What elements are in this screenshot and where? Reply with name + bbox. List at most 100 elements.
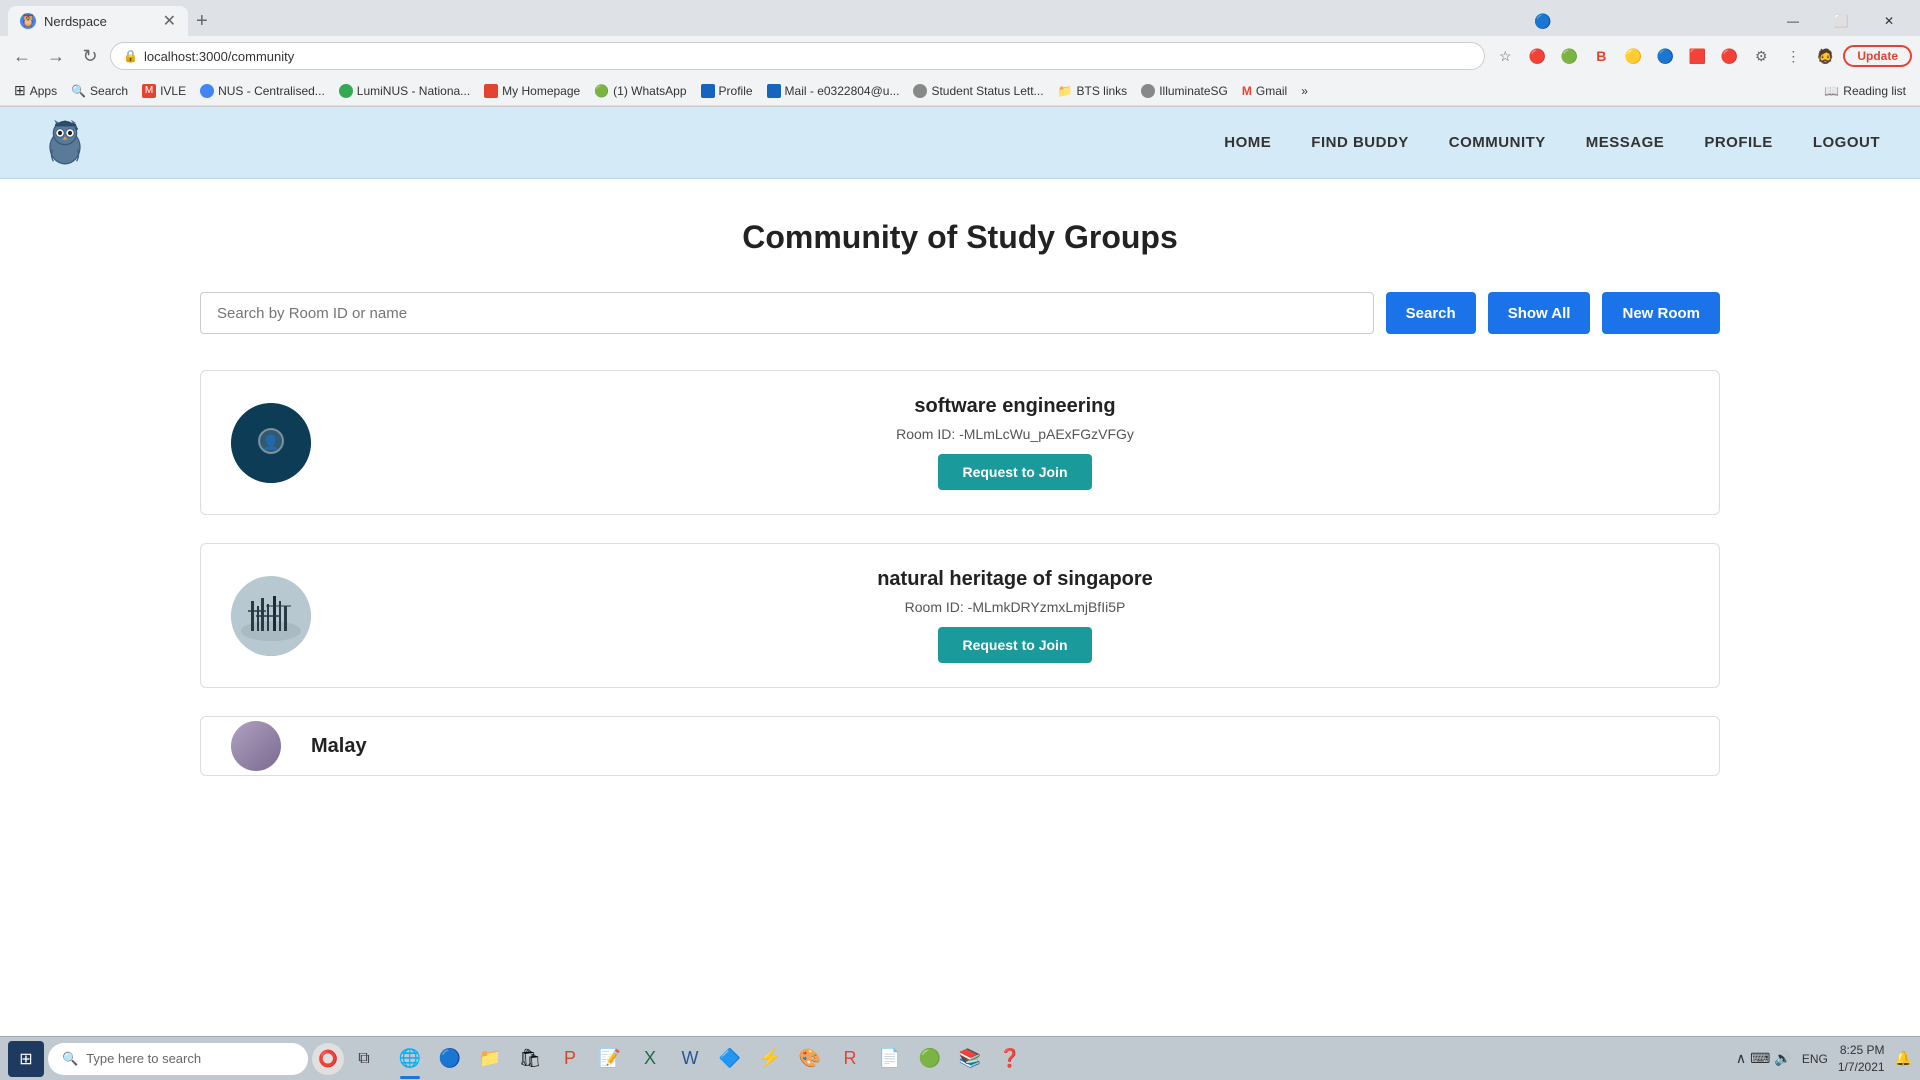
extension-icon-2[interactable]: B	[1587, 42, 1615, 70]
app-logo[interactable]	[40, 118, 90, 168]
taskbar-search-placeholder: Type here to search	[86, 1051, 201, 1066]
bookmark-apps[interactable]: ⊞ Apps	[8, 79, 63, 103]
refresh-button[interactable]: ↻	[76, 42, 104, 70]
room-info-1: software engineering Room ID: -MLmLcWu_p…	[341, 395, 1689, 490]
room-avatar-2	[231, 576, 311, 656]
taskbar-acrobat-icon[interactable]: 📄	[872, 1041, 908, 1077]
room-card-3: Malay	[200, 716, 1720, 776]
new-room-button[interactable]: New Room	[1602, 292, 1720, 334]
window-maximize-btn[interactable]: ⬜	[1818, 6, 1864, 36]
bookmark-ivle[interactable]: M IVLE	[136, 79, 192, 103]
cortana-button[interactable]: ⭕	[312, 1043, 344, 1075]
search-button[interactable]: Search	[1386, 292, 1476, 334]
room-info-2: natural heritage of singapore Room ID: -…	[341, 568, 1689, 663]
search-input[interactable]	[200, 292, 1374, 334]
taskbar-vs-icon[interactable]: ⚡	[752, 1041, 788, 1077]
taskbar-language[interactable]: ENG	[1802, 1052, 1828, 1066]
bookmark-more[interactable]: »	[1295, 79, 1314, 103]
taskbar-store-icon[interactable]: 🛍	[512, 1041, 548, 1077]
bookmark-luminus[interactable]: LumiNUS - Nationa...	[333, 79, 476, 103]
system-tray: ∧ ⌨ 🔊	[1736, 1050, 1792, 1067]
page-title: Community of Study Groups	[200, 219, 1720, 256]
forward-button[interactable]: →	[42, 42, 70, 70]
taskbar-rd-icon[interactable]: R	[832, 1041, 868, 1077]
room-avatar-icon-1: 👤	[231, 403, 311, 483]
page-content: Community of Study Groups Search Show Al…	[0, 179, 1920, 844]
taskbar-time: 8:25 PM	[1838, 1042, 1885, 1059]
bookmark-bts[interactable]: 📁 BTS links	[1052, 79, 1134, 103]
collection-icon[interactable]: 🔴	[1523, 42, 1551, 70]
browser-tab[interactable]: 🦉 Nerdspace ✕	[8, 6, 188, 36]
taskbar-notepad-icon[interactable]: 📝	[592, 1041, 628, 1077]
bookmark-homepage[interactable]: My Homepage	[478, 79, 586, 103]
room-card-1: 👤 software engineering Room ID: -MLmLcWu…	[200, 370, 1720, 515]
window-minimize-btn[interactable]: —	[1770, 6, 1816, 36]
lock-icon: 🔒	[123, 49, 138, 63]
tray-speaker-icon[interactable]: 🔊	[1774, 1050, 1791, 1067]
taskbar-explorer-icon[interactable]: 📁	[472, 1041, 508, 1077]
nav-community[interactable]: COMMUNITY	[1449, 134, 1546, 151]
extension-icon-6[interactable]: 🔴	[1715, 42, 1743, 70]
nav-profile[interactable]: PROFILE	[1704, 134, 1773, 151]
bookmark-whatsapp[interactable]: 🟢 (1) WhatsApp	[588, 79, 692, 103]
show-all-button[interactable]: Show All	[1488, 292, 1591, 334]
profile-icon[interactable]: 🧔	[1811, 42, 1839, 70]
taskbar-paint-icon[interactable]: 🎨	[792, 1041, 828, 1077]
update-button[interactable]: Update	[1843, 45, 1912, 67]
nav-find-buddy[interactable]: FIND BUDDY	[1311, 134, 1409, 151]
bookmark-mail[interactable]: Mail - e0322804@u...	[761, 79, 906, 103]
taskbar-search-box[interactable]: 🔍 Type here to search	[48, 1043, 308, 1075]
tray-keyboard-icon[interactable]: ⌨	[1750, 1050, 1770, 1067]
bookmark-nus[interactable]: NUS - Centralised...	[194, 79, 331, 103]
taskbar-chrome-icon[interactable]: 🌐	[392, 1041, 428, 1077]
taskbar-edge-icon[interactable]: 🔵	[432, 1041, 468, 1077]
taskbar-date: 1/7/2021	[1838, 1059, 1885, 1076]
join-button-2[interactable]: Request to Join	[938, 627, 1091, 663]
owl-logo-icon	[40, 118, 90, 168]
room-card-2: natural heritage of singapore Room ID: -…	[200, 543, 1720, 688]
extension-icon-4[interactable]: 🔵	[1651, 42, 1679, 70]
nav-logout[interactable]: LOGOUT	[1813, 134, 1880, 151]
room-name-3: Malay	[311, 735, 367, 758]
room-avatar-icon-2	[231, 576, 311, 656]
taskbar-pinned-apps: 🌐 🔵 📁 🛍 P 📝 X W 🔷 ⚡ 🎨 R 📄 🟢 📚 ❓	[392, 1041, 1028, 1077]
extension-icon-5[interactable]: 🟥	[1683, 42, 1711, 70]
room-info-3: Malay	[311, 735, 1689, 758]
tab-title: Nerdspace	[44, 14, 107, 29]
nav-home[interactable]: HOME	[1224, 134, 1271, 151]
join-button-1[interactable]: Request to Join	[938, 454, 1091, 490]
nav-message[interactable]: MESSAGE	[1586, 134, 1665, 151]
minimize-icon[interactable]: 🔵	[1520, 6, 1566, 36]
taskbar-notification-icon[interactable]: 🔔	[1895, 1050, 1912, 1067]
taskbar-book-icon[interactable]: 📚	[952, 1041, 988, 1077]
taskbar-edge2-icon[interactable]: 🔷	[712, 1041, 748, 1077]
star-icon[interactable]: ☆	[1491, 42, 1519, 70]
extension-icon-3[interactable]: 🟡	[1619, 42, 1647, 70]
window-close-btn[interactable]: ✕	[1866, 6, 1912, 36]
taskbar-clock[interactable]: 8:25 PM 1/7/2021	[1838, 1042, 1885, 1076]
taskbar-excel-icon[interactable]: X	[632, 1041, 668, 1077]
svg-text:👤: 👤	[262, 434, 279, 451]
taskbar-help-icon[interactable]: ❓	[992, 1041, 1028, 1077]
tray-up-arrow[interactable]: ∧	[1736, 1050, 1746, 1067]
back-button[interactable]: ←	[8, 42, 36, 70]
new-tab-button[interactable]: +	[188, 10, 216, 33]
room-id-1: Room ID: -MLmLcWu_pAExFGzVFGy	[896, 426, 1134, 442]
bookmark-search[interactable]: 🔍 Search	[65, 79, 134, 103]
settings-icon[interactable]: ⚙	[1747, 42, 1775, 70]
address-bar[interactable]: 🔒 localhost:3000/community	[110, 42, 1485, 70]
bookmark-profile[interactable]: Profile	[695, 79, 759, 103]
bookmark-illuminate[interactable]: IlluminateSG	[1135, 79, 1234, 103]
bookmark-gmail[interactable]: M Gmail	[1236, 79, 1293, 103]
bookmark-student-status[interactable]: Student Status Lett...	[907, 79, 1049, 103]
extension-icon-1[interactable]: 🟢	[1555, 42, 1583, 70]
taskbar-powerpoint-icon[interactable]: P	[552, 1041, 588, 1077]
taskbar-green-icon[interactable]: 🟢	[912, 1041, 948, 1077]
browser-menu-icon[interactable]: ⋮	[1779, 42, 1807, 70]
start-button[interactable]: ⊞	[8, 1041, 44, 1077]
taskbar-right: ∧ ⌨ 🔊 ENG 8:25 PM 1/7/2021 🔔	[1736, 1042, 1912, 1076]
tab-close-btn[interactable]: ✕	[163, 11, 176, 31]
task-view-button[interactable]: ⧉	[348, 1043, 380, 1075]
taskbar-word-icon[interactable]: W	[672, 1041, 708, 1077]
reading-list-button[interactable]: 📖 Reading list	[1818, 79, 1912, 103]
